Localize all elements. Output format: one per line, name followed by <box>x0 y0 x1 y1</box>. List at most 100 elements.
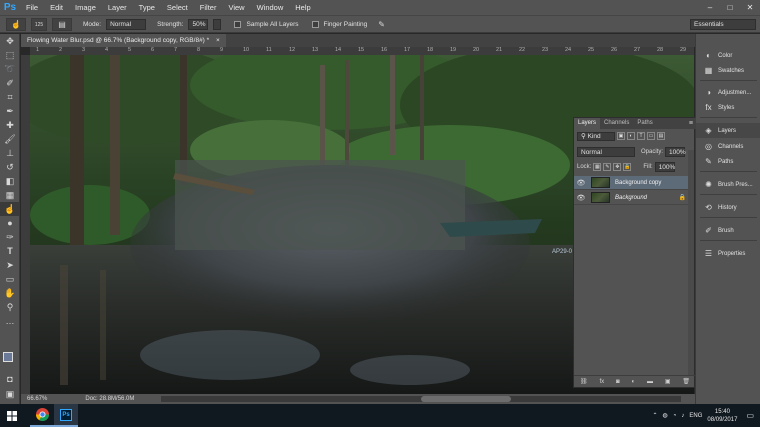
shape-filter-icon[interactable]: ▭ <box>647 132 655 140</box>
adjustment-layer-icon[interactable]: ◐ <box>631 379 635 385</box>
strip-channels[interactable]: ◎ Channels <box>696 139 760 154</box>
menu-view[interactable]: View <box>222 3 250 12</box>
start-button[interactable] <box>0 404 24 427</box>
healing-tool-icon[interactable]: ✚ <box>0 118 20 132</box>
pen-tool-icon[interactable]: ✑ <box>0 230 20 244</box>
strip-paths[interactable]: ✎ Paths <box>696 154 760 169</box>
tool-preset-picker[interactable]: ☝ <box>6 17 26 31</box>
layer-name[interactable]: Background <box>615 195 647 201</box>
menu-type[interactable]: Type <box>133 3 161 12</box>
notification-icon[interactable]: ▭ <box>746 411 754 420</box>
screen-mode-icon[interactable]: ▣ <box>0 387 20 401</box>
smudge-tool-icon[interactable]: ☝ <box>0 202 20 216</box>
eyedropper-tool-icon[interactable]: ✒ <box>0 104 20 118</box>
link-icon[interactable]: ⛓ <box>580 378 588 385</box>
history-brush-tool-icon[interactable]: ↺ <box>0 160 20 174</box>
zoom-tool-icon[interactable]: ⚲ <box>0 300 20 314</box>
layers-scrollbar[interactable] <box>688 150 694 376</box>
network-icon[interactable]: ◍ <box>663 412 668 419</box>
taskbar-photoshop[interactable]: Ps <box>54 404 78 427</box>
strip-brush[interactable]: ✐ Brush <box>696 223 760 238</box>
mode-select[interactable]: Normal <box>106 18 147 30</box>
panel-menu-icon[interactable]: ≡ <box>689 118 693 129</box>
language-indicator[interactable]: ENG <box>689 413 702 419</box>
strip-styles[interactable]: fx Styles <box>696 100 760 115</box>
hand-tool-icon[interactable]: ✋ <box>0 286 20 300</box>
strip-adjustments[interactable]: ◑ Adjustmen... <box>696 85 760 100</box>
scroll-thumb[interactable] <box>421 396 511 402</box>
foreground-color-swatch[interactable] <box>3 352 13 362</box>
menu-window[interactable]: Window <box>251 3 290 12</box>
opacity-input[interactable]: 100% <box>665 146 686 157</box>
finger-painting-checkbox[interactable] <box>311 20 319 28</box>
clock[interactable]: 15:40 08/09/2017 <box>707 408 737 424</box>
dodge-tool-icon[interactable]: ● <box>0 216 20 230</box>
maximize-button[interactable]: □ <box>720 0 740 15</box>
menu-select[interactable]: Select <box>161 3 194 12</box>
group-icon[interactable]: ▬ <box>647 379 653 385</box>
workspace-select[interactable]: Essentials <box>690 19 756 30</box>
lock-position-icon[interactable]: ✥ <box>613 162 622 171</box>
eraser-tool-icon[interactable]: ◧ <box>0 174 20 188</box>
menu-edit[interactable]: Edit <box>44 3 69 12</box>
move-tool-icon[interactable]: ✥ <box>0 34 20 48</box>
layer-row[interactable]: 👁 Background copy <box>574 176 690 190</box>
crop-tool-icon[interactable]: ⌗ <box>0 90 20 104</box>
lock-transparency-icon[interactable]: ▦ <box>593 162 602 171</box>
chevron-up-icon[interactable]: ⌃ <box>652 412 657 419</box>
new-layer-icon[interactable]: ▣ <box>665 378 671 385</box>
taskbar-chrome[interactable] <box>30 404 54 427</box>
trash-icon[interactable]: 🗑 <box>682 378 690 385</box>
menu-help[interactable]: Help <box>289 3 316 12</box>
tab-paths[interactable]: Paths <box>633 118 656 129</box>
fill-input[interactable]: 100% <box>654 161 675 172</box>
visibility-eye-icon[interactable]: 👁 <box>574 179 588 187</box>
horizontal-scrollbar[interactable] <box>161 396 681 402</box>
smart-object-filter-icon[interactable]: ▤ <box>657 132 665 140</box>
strip-color[interactable]: ◐ Color <box>696 48 760 63</box>
close-tab-icon[interactable]: × <box>216 37 220 44</box>
pressure-icon[interactable]: ✎ <box>378 20 385 29</box>
clone-stamp-tool-icon[interactable]: ⊥ <box>0 146 20 160</box>
quick-select-tool-icon[interactable]: ✐ <box>0 76 20 90</box>
doc-size[interactable]: Doc: 28.8M/56.0M <box>85 396 134 402</box>
lock-all-icon[interactable]: 🔒 <box>623 162 632 171</box>
strip-brush-presets[interactable]: ✺ Brush Pres... <box>696 177 760 192</box>
visibility-eye-icon[interactable]: 👁 <box>574 194 588 202</box>
lasso-tool-icon[interactable]: ➰ <box>0 62 20 76</box>
fx-icon[interactable]: fx <box>599 379 604 385</box>
menu-file[interactable]: File <box>20 3 44 12</box>
type-tool-icon[interactable]: T <box>0 244 20 258</box>
brush-size-picker[interactable]: 125 <box>31 17 47 31</box>
kind-filter-select[interactable]: ⚲ Kind <box>577 131 615 141</box>
strip-swatches[interactable]: ▦ Swatches <box>696 63 760 78</box>
close-button[interactable]: ✕ <box>740 0 760 15</box>
brush-panel-toggle[interactable]: ▤ <box>52 17 72 31</box>
menu-filter[interactable]: Filter <box>194 3 223 12</box>
layer-row[interactable]: 👁 Background 🔒 <box>574 191 690 205</box>
strip-properties[interactable]: ☰ Properties <box>696 246 760 261</box>
quick-mask-icon[interactable]: ◘ <box>0 372 20 386</box>
lock-pixels-icon[interactable]: ✎ <box>603 162 612 171</box>
strip-layers[interactable]: ◈ Layers <box>696 123 760 138</box>
brush-tool-icon[interactable]: 🖌 <box>0 132 20 146</box>
tab-layers[interactable]: Layers <box>574 118 601 129</box>
zoom-level[interactable]: 66.67% <box>27 396 47 402</box>
blend-mode-select[interactable]: Normal <box>577 146 635 157</box>
marquee-tool-icon[interactable]: ⬚ <box>0 48 20 62</box>
strength-dropdown[interactable] <box>213 18 222 30</box>
gradient-tool-icon[interactable]: ▦ <box>0 188 20 202</box>
more-tools-icon[interactable]: … <box>0 314 20 328</box>
minimize-button[interactable]: – <box>700 0 720 15</box>
tab-channels[interactable]: Channels <box>600 118 633 129</box>
pixel-filter-icon[interactable]: ▣ <box>617 132 625 140</box>
shape-tool-icon[interactable]: ▭ <box>0 272 20 286</box>
layer-name[interactable]: Background copy <box>615 180 661 186</box>
document-tab[interactable]: Flowing Water Blur.psd @ 66.7% (Backgrou… <box>21 34 226 47</box>
sample-all-layers-checkbox[interactable] <box>234 20 242 28</box>
volume-icon[interactable]: ♪ <box>681 413 684 419</box>
strip-history[interactable]: ⟲ History <box>696 200 760 215</box>
adjustment-filter-icon[interactable]: ◐ <box>627 132 635 140</box>
menu-layer[interactable]: Layer <box>102 3 133 12</box>
type-filter-icon[interactable]: T <box>637 132 645 140</box>
